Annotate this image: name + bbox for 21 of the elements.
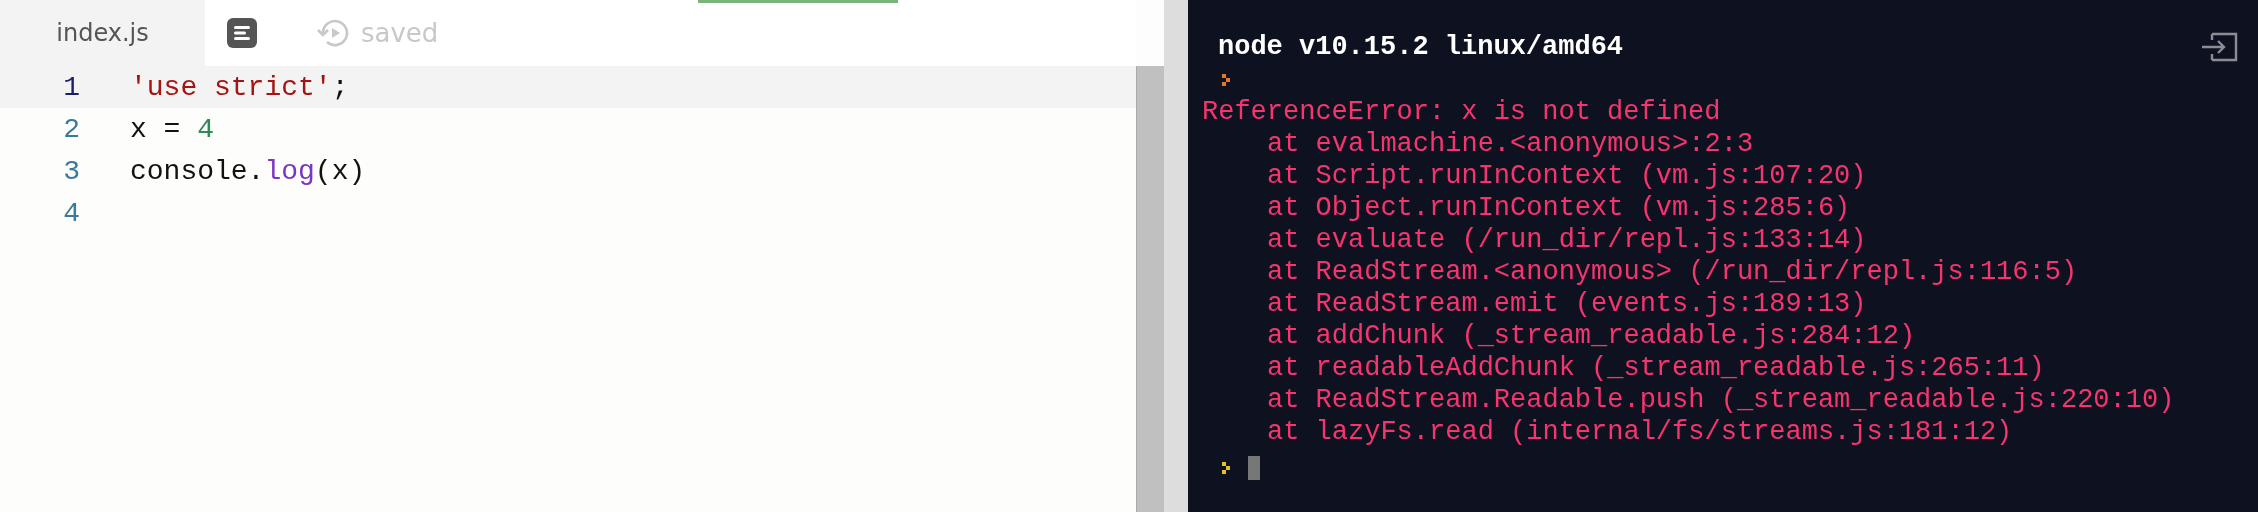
stack-frame: at evalmachine.<anonymous>:2:3 — [1267, 128, 1754, 160]
stack-frame: at ReadStream.<anonymous> (/run_dir/repl.js:116:5) — [1267, 256, 2078, 288]
code-line: 3 console.log(x) — [62, 154, 367, 189]
file-tab[interactable]: index.js — [0, 0, 205, 66]
document-lines-icon[interactable] — [227, 18, 257, 48]
error-message: ReferenceError: x is not defined — [1202, 96, 1721, 128]
stack-frame: at lazyFs.read (internal/fs/streams.js:181:12) — [1267, 416, 2013, 448]
stack-frame: at ReadStream.Readable.push (_stream_readable.js:220:10) — [1267, 384, 2175, 416]
arrow-into-box-icon[interactable] — [2200, 32, 2238, 62]
stack-frame: at evaluate (/run_dir/repl.js:133:14) — [1267, 224, 1867, 256]
code-line: 4 — [62, 196, 81, 231]
stack-frame: at Script.runInContext (vm.js:107:20) — [1267, 160, 1867, 192]
text-cursor — [1248, 456, 1260, 480]
stack-frame: at readableAddChunk (_stream_readable.js:265:11) — [1267, 352, 2045, 384]
code-line: 2 x = 4 — [62, 112, 216, 147]
stack-frame: at Object.runInContext (vm.js:285:6) — [1267, 192, 1851, 224]
scrollbar-thumb[interactable] — [1136, 66, 1164, 512]
stack-frame: at ReadStream.emit (events.js:189:13) — [1267, 288, 1867, 320]
stack-frame: at addChunk (_stream_readable.js:284:12) — [1267, 320, 1916, 352]
history-icon — [317, 18, 351, 48]
console-header: node v10.15.2 linux/amd64 — [1218, 31, 1624, 64]
